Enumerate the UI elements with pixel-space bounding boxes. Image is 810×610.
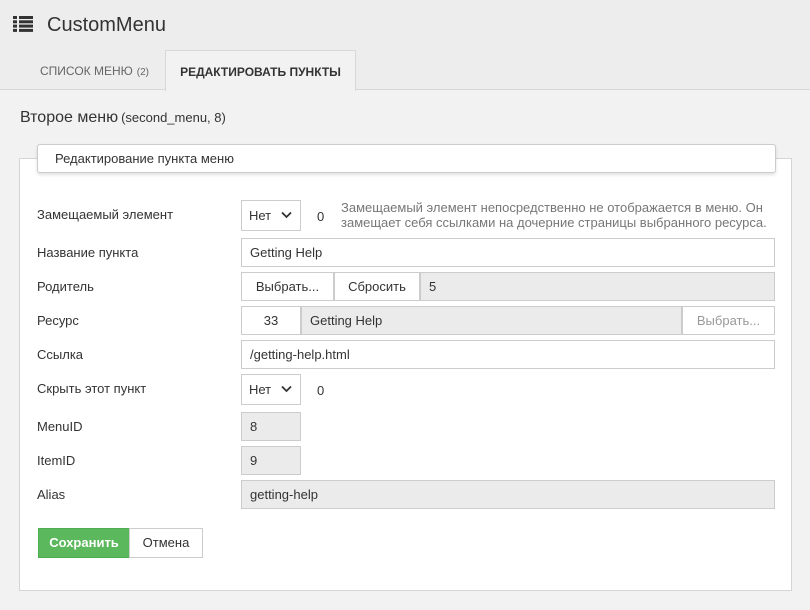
- replaced-label: Замещаемый элемент: [37, 207, 174, 222]
- parent-id-field: 5: [420, 272, 775, 301]
- parent-choose-button[interactable]: Выбрать...: [241, 272, 334, 301]
- resource-label: Ресурс: [37, 313, 79, 328]
- alias-field: getting-help: [241, 480, 775, 509]
- hide-select[interactable]: Нет: [241, 374, 301, 405]
- tab-edit-items[interactable]: Редактировать пункты: [165, 50, 356, 91]
- replaced-select-value: Нет: [249, 208, 272, 223]
- app-title: CustomMenu: [47, 14, 166, 36]
- chevron-down-icon: [281, 211, 292, 219]
- hide-value: 0: [317, 383, 325, 398]
- itemid-field: 9: [241, 446, 301, 475]
- tab-menu-list-label: Список меню: [40, 64, 133, 78]
- hide-label: Скрыть этот пункт: [37, 381, 147, 396]
- list-icon[interactable]: [13, 16, 33, 32]
- menuid-field: 8: [241, 412, 301, 441]
- cancel-button[interactable]: Отмена: [129, 528, 203, 558]
- hide-select-value: Нет: [249, 382, 272, 397]
- tab-menu-list-count: (2): [136, 67, 149, 78]
- page-title: Второе меню (second_menu, 8): [20, 109, 226, 127]
- form-legend: Редактирование пункта меню: [37, 144, 776, 173]
- chevron-down-icon: [281, 385, 292, 393]
- save-button[interactable]: Сохранить: [38, 528, 130, 558]
- menu-name: Второе меню: [20, 109, 119, 126]
- replaced-select[interactable]: Нет: [241, 200, 301, 231]
- replaced-hint: Замещаемый элемент непосредственно не от…: [341, 200, 767, 230]
- link-input[interactable]: /getting-help.html: [241, 340, 775, 369]
- menu-key: (second_menu, 8): [121, 110, 226, 125]
- resource-choose-button[interactable]: Выбрать...: [682, 306, 775, 335]
- menuid-label: MenuID: [37, 419, 83, 434]
- tab-bar: Список меню (2) Редактировать пункты: [0, 50, 810, 91]
- parent-label: Родитель: [37, 279, 94, 294]
- replaced-value: 0: [317, 209, 325, 224]
- tab-menu-list[interactable]: Список меню (2): [25, 50, 164, 90]
- link-label: Ссылка: [37, 347, 84, 362]
- resource-name-field: Getting Help: [301, 306, 682, 335]
- itemid-label: ItemID: [37, 453, 76, 468]
- title-input[interactable]: Getting Help: [241, 238, 775, 267]
- alias-label: Alias: [37, 487, 66, 502]
- app-header: CustomMenu: [0, 0, 810, 50]
- parent-reset-button[interactable]: Сбросить: [334, 272, 420, 301]
- tab-edit-items-label: Редактировать пункты: [180, 65, 341, 79]
- resource-id-input[interactable]: 33: [241, 306, 301, 335]
- title-label: Название пункта: [37, 245, 139, 260]
